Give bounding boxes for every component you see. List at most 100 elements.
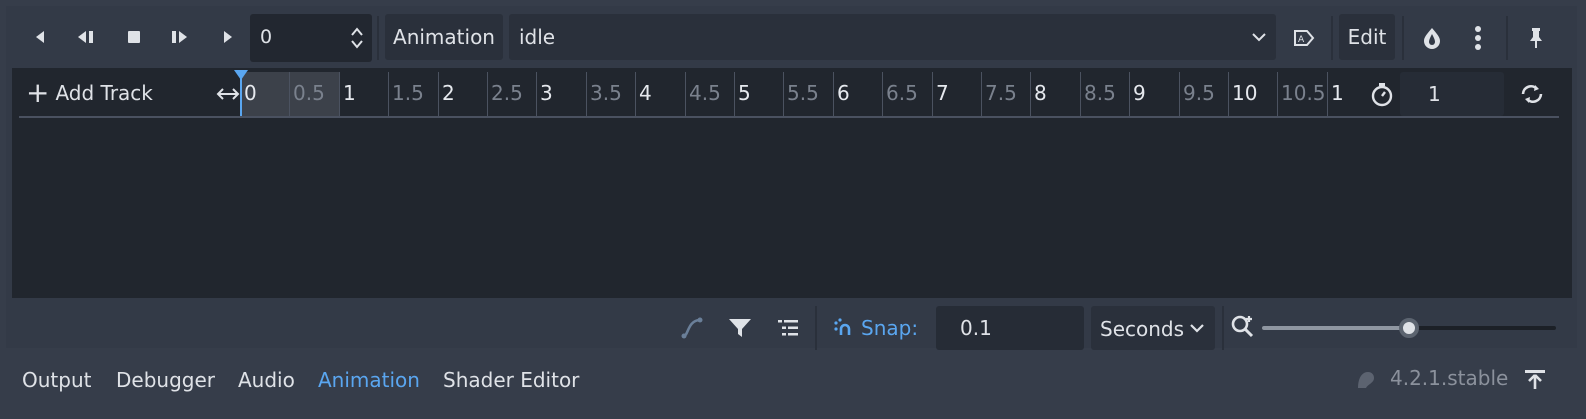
zoom-icon: [1231, 315, 1254, 338]
ruler-tick-label: 7: [936, 81, 949, 105]
ruler-tick: [388, 72, 389, 116]
track-editor-bottom-bar: Snap: 0.1 Seconds: [0, 300, 1586, 356]
animation-select-value: idle: [519, 25, 556, 49]
ruler-tick: [289, 72, 290, 116]
pin-button[interactable]: [1520, 22, 1552, 54]
dock-tab-debugger[interactable]: Debugger: [116, 368, 215, 392]
play-backwards-button[interactable]: [24, 21, 56, 53]
toolbar-separator: [1506, 16, 1508, 60]
frame-value[interactable]: 0: [260, 26, 272, 48]
ruler-tick: [1179, 72, 1180, 116]
playhead-marker-icon[interactable]: [234, 70, 248, 80]
ruler-tick-label: 10: [1232, 81, 1258, 105]
fit-width-icon[interactable]: [216, 82, 240, 106]
ruler-tick-label: 6.5: [886, 81, 918, 105]
ruler-tick: [882, 72, 883, 116]
ruler-tick-label: 1: [343, 81, 356, 105]
animation-length-value[interactable]: 1: [1428, 82, 1441, 106]
ruler-tick-label: 2.5: [491, 81, 523, 105]
ruler-tick-label: 8: [1034, 81, 1047, 105]
track-editor: + Add Track 0 0.5 1 1.5 2 2.5 3 3.5 4 4.5 5 5.5 6 6.5…: [12, 68, 1572, 298]
dock-tab-animation[interactable]: Animation: [318, 368, 420, 392]
collapse-panel-icon[interactable]: [1522, 366, 1548, 392]
chevron-down-icon: [1252, 33, 1266, 42]
bottom-separator: [815, 306, 817, 350]
more-menu-button[interactable]: [1462, 22, 1494, 54]
track-list-icon[interactable]: [774, 314, 802, 342]
bottom-dock: Output Debugger Audio Animation Shader E…: [0, 356, 1586, 408]
frame-spinbox[interactable]: 0: [250, 14, 372, 62]
play-button[interactable]: [212, 21, 244, 53]
loop-icon[interactable]: [1518, 80, 1546, 108]
onion-skin-button[interactable]: [1416, 22, 1448, 54]
ruler-tick: [1277, 72, 1278, 116]
animation-length-field[interactable]: 1: [1400, 72, 1504, 116]
play-backwards-icon: [36, 31, 44, 43]
ruler-tick-label: 5: [738, 81, 751, 105]
version-label: 4.2.1.stable: [1390, 366, 1509, 390]
ruler-tick-label: 8.5: [1084, 81, 1116, 105]
play-from-start-icon: [172, 31, 187, 43]
snap-unit-select[interactable]: Seconds: [1091, 306, 1215, 350]
bezier-icon[interactable]: [678, 314, 706, 342]
autoplay-button[interactable]: A: [1288, 22, 1320, 54]
play-backwards-from-end-button[interactable]: [70, 21, 102, 53]
ruler-tick-label: 0.5: [293, 81, 325, 105]
ruler-tick-label: 9: [1133, 81, 1146, 105]
godot-icon: [1358, 372, 1374, 388]
zoom-slider-handle[interactable]: [1399, 318, 1419, 338]
ruler-tick: [783, 72, 784, 116]
snap-icon: [834, 318, 851, 335]
dock-tab-shader-editor[interactable]: Shader Editor: [443, 368, 579, 392]
ruler-tick-label: 4: [639, 81, 652, 105]
snap-label: Snap:: [861, 316, 919, 340]
ruler-tick: [932, 72, 933, 116]
pin-icon: [1530, 28, 1542, 48]
ruler-tick-label: 1.5: [392, 81, 424, 105]
autoplay-icon: A: [1294, 30, 1315, 46]
ruler-tick-label: 0: [244, 81, 257, 105]
play-icon: [224, 31, 232, 43]
dock-tab-audio[interactable]: Audio: [238, 368, 295, 392]
add-track-button[interactable]: + Add Track: [26, 76, 153, 109]
zoom-slider-fill: [1262, 326, 1409, 330]
ruler-tick-label: 1: [1331, 81, 1344, 105]
ruler-tick: [339, 72, 340, 116]
ruler-tick: [586, 72, 587, 116]
ruler-tick: [487, 72, 488, 116]
toolbar-separator: [1331, 16, 1333, 60]
snap-toggle[interactable]: Snap:: [833, 314, 918, 342]
timer-icon[interactable]: [1368, 80, 1396, 108]
ruler-tick: [1327, 72, 1328, 116]
stop-icon: [128, 31, 140, 43]
snap-step-value[interactable]: 0.1: [960, 316, 992, 340]
ruler-tick: [536, 72, 537, 116]
plus-icon: +: [26, 76, 50, 109]
dock-tab-output[interactable]: Output: [22, 368, 91, 392]
toolbar-separator: [1402, 16, 1404, 60]
edit-menu-button[interactable]: Edit: [1339, 14, 1395, 60]
toolbar-separator: [377, 16, 379, 60]
animation-select[interactable]: idle: [509, 14, 1276, 60]
spin-arrows-icon[interactable]: [350, 25, 364, 51]
time-ruler[interactable]: 0 0.5 1 1.5 2 2.5 3 3.5 4 4.5 5 5.5 6 6.5 7 7.5 8 8.5 9 9.5…: [240, 72, 1344, 116]
stop-button[interactable]: [118, 21, 150, 53]
ruler-tick: [981, 72, 982, 116]
animation-menu-button[interactable]: Animation: [385, 14, 503, 60]
ruler-tick-label: 5.5: [787, 81, 819, 105]
ruler-tick-label: 2: [442, 81, 455, 105]
ruler-tick-label: 10.5: [1281, 81, 1326, 105]
ruler-tick-label: 3: [540, 81, 553, 105]
onion-skin-icon: [1424, 28, 1440, 49]
ruler-tick: [438, 72, 439, 116]
ruler-tick-label: 9.5: [1183, 81, 1215, 105]
ruler-tick-label: 3.5: [590, 81, 622, 105]
timeline-header: + Add Track 0 0.5 1 1.5 2 2.5 3 3.5 4 4.5 5 5.5 6 6.5…: [12, 68, 1572, 118]
play-from-start-button[interactable]: [164, 21, 196, 53]
ruler-tick: [833, 72, 834, 116]
add-track-label: Add Track: [55, 81, 153, 105]
filter-icon[interactable]: [726, 314, 754, 342]
zoom-slider[interactable]: [1262, 318, 1556, 338]
ruler-tick: [635, 72, 636, 116]
snap-step-field[interactable]: 0.1: [936, 306, 1084, 350]
